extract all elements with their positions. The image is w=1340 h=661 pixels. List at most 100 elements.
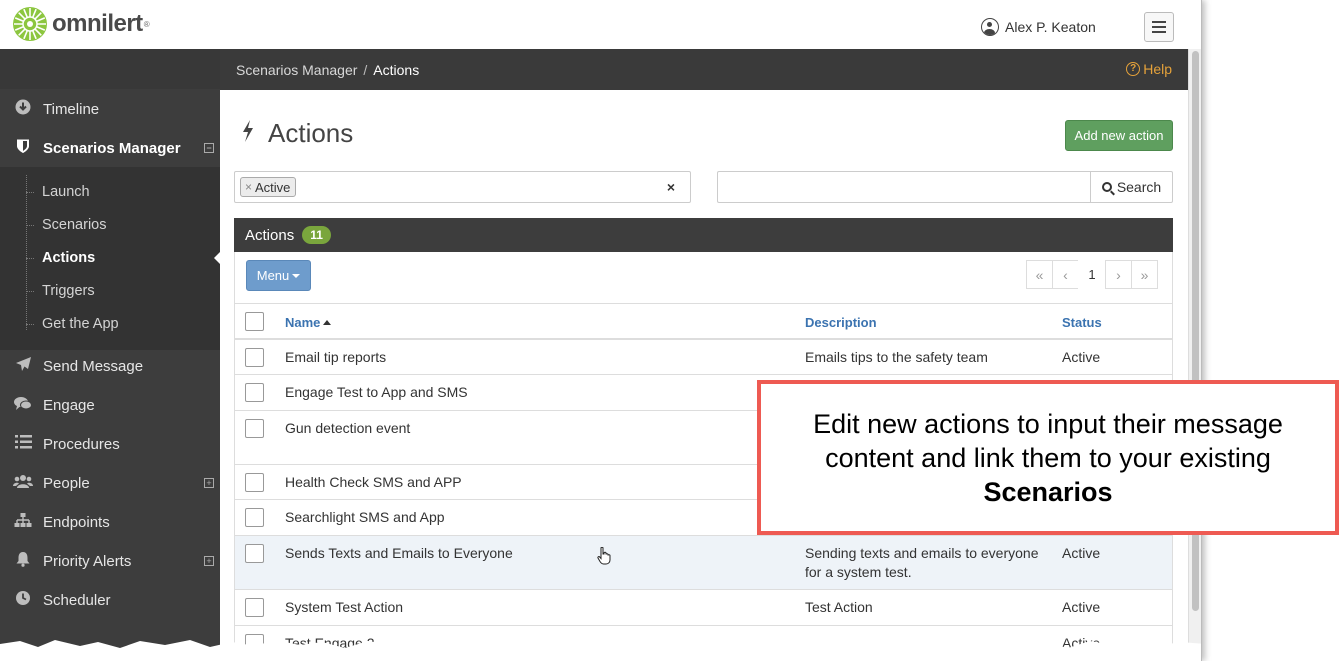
sidebar-item-engage[interactable]: Engage [0,386,220,424]
app-window: omnilert ® Alex P. Keaton Timeline Scenar… [0,0,1202,661]
help-link[interactable]: ? Help [1126,61,1172,77]
sidebar-item-label: Timeline [43,100,100,118]
row-checkbox[interactable] [245,508,264,527]
column-header-description[interactable]: Description [805,315,877,330]
action-description: Sending texts and emails to everyone for… [805,545,1039,580]
row-checkbox[interactable] [245,383,264,402]
actions-panel-header: Actions 11 [234,218,1173,252]
table-header: Name Description Status [235,303,1172,340]
row-checkbox[interactable] [245,348,264,367]
sidebar-item-scheduler[interactable]: Scheduler [0,581,220,619]
sidebar-item-label: Endpoints [43,513,110,531]
sidebar-item-people[interactable]: People + [0,464,220,502]
sidebar-subitem-triggers[interactable]: Triggers [0,274,220,307]
user-circle-icon [981,18,999,36]
action-name[interactable]: System Test Action [285,598,403,617]
action-description: Emails tips to the safety team [805,349,988,365]
search-button[interactable]: Search [1090,171,1173,203]
hamburger-icon-bar [1152,26,1166,28]
filter-tag-active[interactable]: × Active [240,177,297,197]
collapse-icon[interactable]: − [204,143,214,153]
column-header-name[interactable]: Name [285,315,332,330]
action-name[interactable]: Searchlight SMS and App [285,508,445,527]
breadcrumb-separator: / [363,61,368,78]
sidebar-item-send-message[interactable]: Send Message [0,347,220,385]
sidebar-item-endpoints[interactable]: Endpoints [0,503,220,541]
sidebar-item-scenarios-manager[interactable]: Scenarios Manager − [0,129,220,167]
table-row[interactable]: System Test Action Test Action Active [235,590,1172,626]
action-name[interactable]: Gun detection event [285,419,410,438]
menu-button-label: Menu [256,268,290,283]
hamburger-icon-bar [1152,21,1166,23]
column-header-status[interactable]: Status [1062,315,1102,330]
expand-icon[interactable]: + [204,478,214,488]
first-page-button[interactable]: « [1026,260,1053,289]
user-menu[interactable]: Alex P. Keaton [981,18,1096,36]
sidebar-item-priority-alerts[interactable]: Priority Alerts + [0,542,220,580]
logo-wordmark: omnilert [52,10,143,37]
list-icon [13,435,33,453]
omnilert-logo[interactable]: omnilert ® [12,6,150,42]
prev-page-button[interactable]: ‹ [1052,260,1079,289]
hamburger-icon-bar [1152,31,1166,33]
question-circle-icon: ? [1126,62,1141,76]
sitemap-icon [13,512,33,532]
row-checkbox[interactable] [245,544,264,563]
page-title: Actions [242,118,353,149]
paper-plane-icon [13,356,33,376]
add-new-action-button[interactable]: Add new action [1065,120,1173,151]
callout-text: Edit new actions to input their message … [778,407,1318,509]
sidebar-item-label: Scenarios Manager [43,139,181,157]
last-page-button[interactable]: » [1131,260,1158,289]
sidebar-subitem-actions[interactable]: Actions [0,241,220,274]
sidebar-subitem-launch[interactable]: Launch [0,175,220,208]
breadcrumb-current: Actions [373,61,420,78]
column-header-name-label: Name [285,315,321,330]
table-row[interactable]: Email tip reports Emails tips to the saf… [235,340,1172,375]
tag-remove-icon[interactable]: × [245,180,252,194]
next-page-button[interactable]: › [1105,260,1132,289]
clock-icon [13,590,33,610]
search-icon [1101,182,1112,192]
action-name[interactable]: Engage Test to App and SMS [285,383,468,402]
sidebar-item-procedures[interactable]: Procedures [0,425,220,463]
current-page[interactable]: 1 [1078,260,1106,289]
arrow-circle-down-icon [13,99,33,119]
panel-title: Actions [245,226,295,244]
bolt-icon [242,119,254,148]
row-checkbox[interactable] [245,598,264,617]
breadcrumb-parent-link[interactable]: Scenarios Manager [236,62,357,78]
action-name[interactable]: Email tip reports [285,348,386,367]
action-name[interactable]: Health Check SMS and APP [285,473,462,492]
search-input[interactable] [717,171,1091,203]
status-filter-select[interactable]: × Active × [234,171,691,203]
expand-icon[interactable]: + [204,556,214,566]
sidebar-subitem-scenarios[interactable]: Scenarios [0,208,220,241]
action-status: Active [1062,545,1101,561]
subitem-label: Launch [42,183,90,200]
select-all-checkbox[interactable] [245,312,264,331]
row-checkbox[interactable] [245,419,264,438]
torn-edge-decoration [0,640,1201,661]
sidebar-item-timeline[interactable]: Timeline [0,90,220,128]
action-description: Test Action [805,599,873,615]
top-header: omnilert ® Alex P. Keaton [0,0,1201,49]
logo-trademark: ® [143,19,150,29]
pagination: « ‹ 1 › » [1026,260,1158,289]
menu-dropdown-button[interactable]: Menu [246,260,311,291]
row-checkbox[interactable] [245,473,264,492]
clear-filter-icon[interactable]: × [667,179,675,195]
sidebar-subitem-get-the-app[interactable]: Get the App [0,307,220,340]
bell-icon [13,551,33,571]
filter-tag-label: Active [255,179,291,195]
count-badge: 11 [302,226,331,244]
action-name[interactable]: Sends Texts and Emails to Everyone [285,544,513,563]
hamburger-menu-button[interactable] [1144,12,1174,42]
page-scrollbar[interactable] [1188,49,1201,661]
chat-bubbles-icon [13,396,33,415]
user-name: Alex P. Keaton [1005,19,1096,35]
table-row-hovered[interactable]: Sends Texts and Emails to Everyone Sendi… [235,536,1172,590]
sort-ascending-icon [323,320,332,325]
help-label: Help [1143,61,1172,77]
subitem-label: Actions [42,249,96,266]
